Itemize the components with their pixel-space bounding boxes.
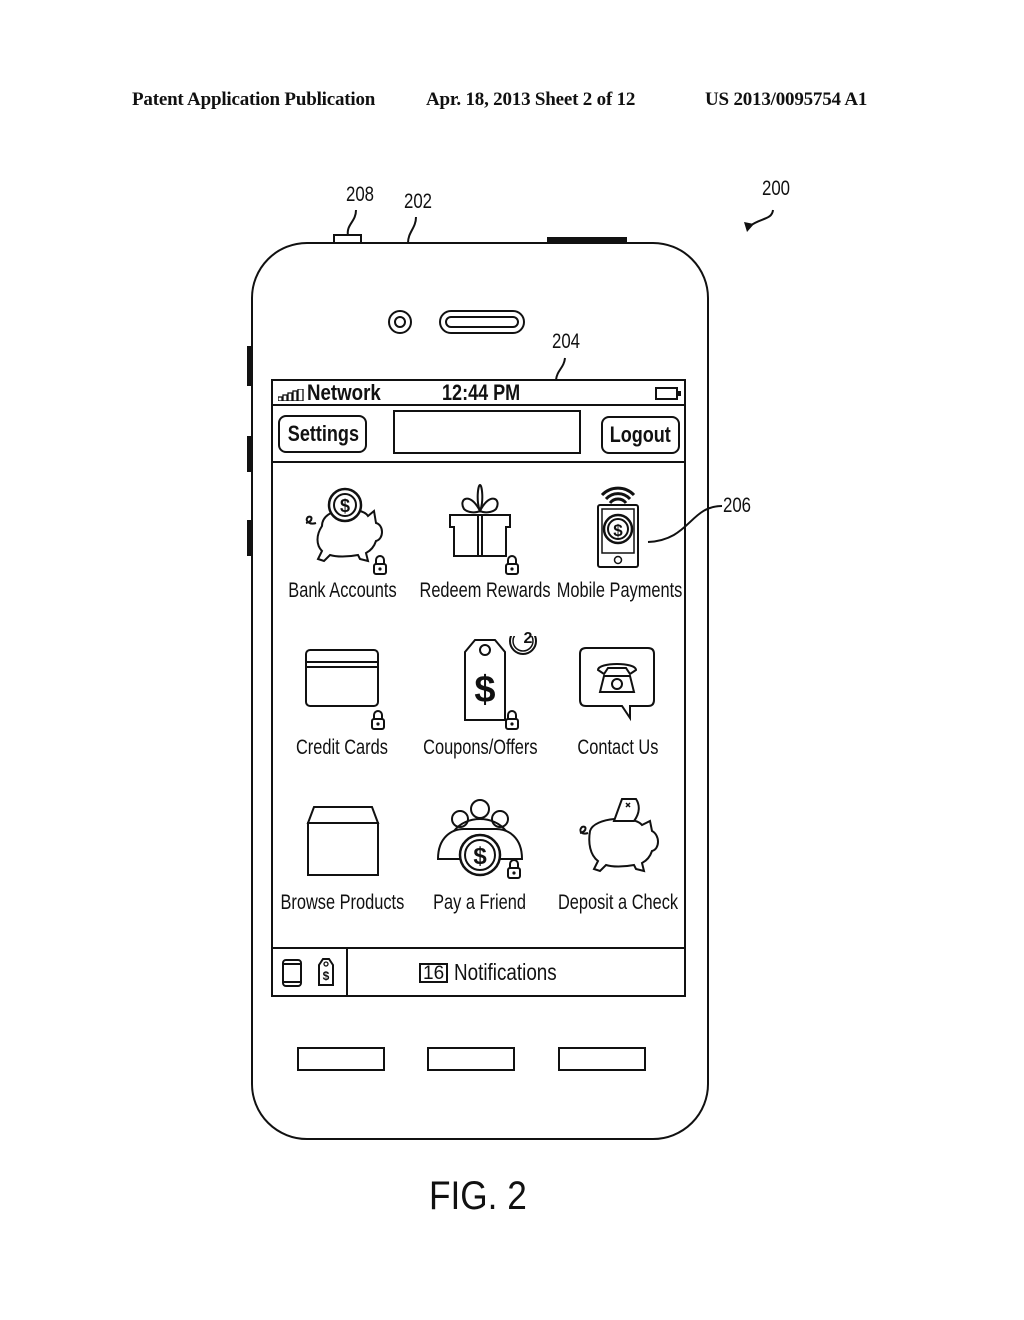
notification-count-badge: 16 [419, 963, 449, 983]
grid-item-label: Mobile Payments [556, 579, 683, 602]
grid-item-credit-cards[interactable]: Credit Cards [273, 636, 411, 786]
grid-item-contact-us[interactable]: Contact Us [549, 636, 687, 786]
price-tag-small-icon[interactable]: $ [315, 957, 337, 987]
notifications-link[interactable]: Notifications [454, 959, 557, 986]
phone-speech-bubble-icon [579, 647, 655, 722]
grid-item-label: Redeem Rewards [419, 579, 551, 602]
hardware-button-left[interactable] [297, 1047, 385, 1071]
piggy-bank-coin-icon: $ [305, 487, 387, 575]
search-field[interactable] [393, 410, 581, 454]
camera-speaker [388, 310, 525, 334]
network-name: Network [307, 380, 381, 405]
grid-item-label: Coupons/Offers [422, 736, 538, 759]
nav-bar: Settings Logout [273, 406, 684, 463]
hardware-button-center[interactable] [427, 1047, 515, 1071]
grid-item-label: Browse Products [280, 891, 405, 914]
grid-item-label: Contact Us [577, 736, 659, 759]
status-bar: Network 12:44 PM [273, 380, 684, 406]
grid-item-redeem-rewards[interactable]: Redeem Rewards [411, 481, 551, 631]
logout-button-label: Logout [609, 422, 672, 447]
piggy-bank-check-icon [579, 798, 659, 873]
settings-button[interactable]: Settings [278, 415, 367, 453]
grid-item-label: Pay a Friend [433, 891, 527, 914]
leader-202 [407, 216, 417, 244]
people-coin-icon: $ [436, 799, 524, 879]
credit-card-icon [305, 649, 385, 730]
mobile-payment-icon: $ [597, 486, 639, 568]
svg-text:$: $ [613, 521, 623, 540]
grid-item-label: Deposit a Check [557, 891, 679, 914]
leader-200 [749, 209, 774, 227]
quick-actions: $ [273, 949, 348, 995]
price-tag-icon: $ [464, 636, 537, 730]
mobile-device-icon[interactable] [281, 959, 303, 987]
grid-item-label: Bank Accounts [287, 579, 397, 602]
gift-icon [449, 483, 519, 575]
svg-text:$: $ [473, 843, 487, 870]
grid-item-pay-a-friend[interactable]: $ Pay a Friend [411, 791, 549, 941]
lock-icon [371, 710, 385, 730]
svg-text:$: $ [323, 969, 330, 983]
logout-button[interactable]: Logout [601, 416, 680, 454]
grid-item-browse-products[interactable]: Browse Products [273, 791, 411, 941]
figure-caption: FIG. 2 [429, 1174, 527, 1218]
status-time: 12:44 PM [442, 380, 521, 405]
lock-icon [505, 555, 519, 575]
speaker-grille-icon [439, 310, 525, 334]
grid-item-mobile-payments[interactable]: $ Mobile Payments [549, 481, 687, 631]
battery-icon [655, 387, 681, 400]
front-camera-icon [388, 310, 412, 334]
bottom-bar: $ 16 Notifications [273, 947, 684, 995]
box-icon [306, 806, 380, 876]
settings-button-label: Settings [287, 421, 359, 446]
grid-item-bank-accounts[interactable]: $ Bank Accounts [273, 481, 411, 631]
phone-screen: Network 12:44 PM Settings Logout $ Bank … [271, 379, 686, 997]
svg-text:$: $ [340, 496, 350, 516]
svg-text:$: $ [474, 669, 495, 711]
lock-icon [507, 859, 521, 879]
lock-icon [505, 710, 519, 730]
coupon-badge-count: 2 [523, 630, 533, 647]
leader-208 [346, 209, 357, 237]
hardware-button-right[interactable] [558, 1047, 646, 1071]
lock-icon [373, 555, 387, 575]
grid-item-label: Credit Cards [296, 736, 388, 759]
grid-item-coupons-offers[interactable]: $ 2 Coupons/Offers [411, 630, 549, 786]
signal-bars-icon [278, 389, 304, 401]
grid-item-deposit-a-check[interactable]: Deposit a Check [549, 791, 687, 941]
